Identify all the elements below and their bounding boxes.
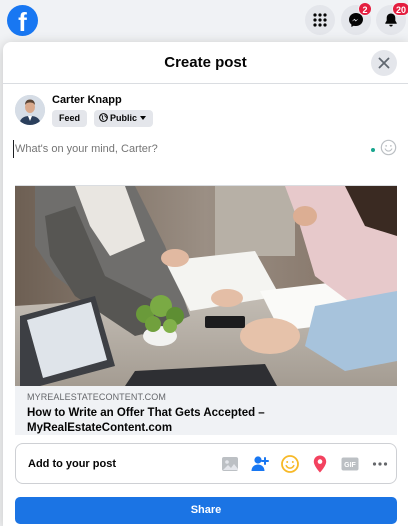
status-dot <box>371 148 375 152</box>
link-domain: MYREALESTATECONTENT.COM <box>27 392 166 402</box>
share-button[interactable]: Share <box>15 497 397 524</box>
link-title: How to Write an Offer That Gets Accepted… <box>27 407 265 434</box>
privacy-label: Public <box>110 113 138 123</box>
dialog-title: Create post <box>164 54 247 71</box>
user-name: Carter Knapp <box>52 94 122 106</box>
caret-down-icon <box>140 116 147 120</box>
notifications-badge: 20 <box>392 2 408 16</box>
gif-icon[interactable]: GIF <box>340 454 360 474</box>
link-preview-card[interactable]: MYREALESTATECONTENT.COM How to Write an … <box>15 185 397 435</box>
notifications-button[interactable]: 20 <box>376 2 408 35</box>
emoji-icon[interactable] <box>380 139 397 156</box>
avatar[interactable] <box>15 95 45 125</box>
audience-feed-chip[interactable]: Feed <box>52 110 88 127</box>
photo-icon[interactable] <box>220 454 240 474</box>
facebook-logo[interactable]: f <box>7 5 38 37</box>
tag-people-icon[interactable] <box>250 454 270 474</box>
meeting-photo <box>15 186 397 386</box>
close-button[interactable] <box>371 50 397 76</box>
svg-text:GIF: GIF <box>344 462 356 469</box>
link-preview-image <box>15 186 397 386</box>
top-navigation-bar: f 2 20 <box>0 0 408 40</box>
add-to-post-bar: Add to your post GIF <box>15 443 397 484</box>
post-text-input[interactable] <box>13 140 343 158</box>
feeling-icon[interactable] <box>280 454 300 474</box>
messenger-button[interactable]: 2 <box>341 2 372 35</box>
messenger-badge: 2 <box>358 2 372 16</box>
privacy-selector[interactable]: Public <box>94 110 154 127</box>
add-to-post-label: Add to your post <box>28 458 116 470</box>
more-icon[interactable] <box>370 454 390 474</box>
grid-icon <box>313 13 327 27</box>
dialog-header: Create post <box>3 42 408 84</box>
close-icon <box>378 57 390 69</box>
location-icon[interactable] <box>310 454 330 474</box>
menu-button[interactable] <box>305 5 335 35</box>
globe-icon <box>99 113 108 122</box>
create-post-dialog: Create post Carter Knapp Feed Public Wha… <box>3 42 408 526</box>
user-photo <box>15 95 45 125</box>
